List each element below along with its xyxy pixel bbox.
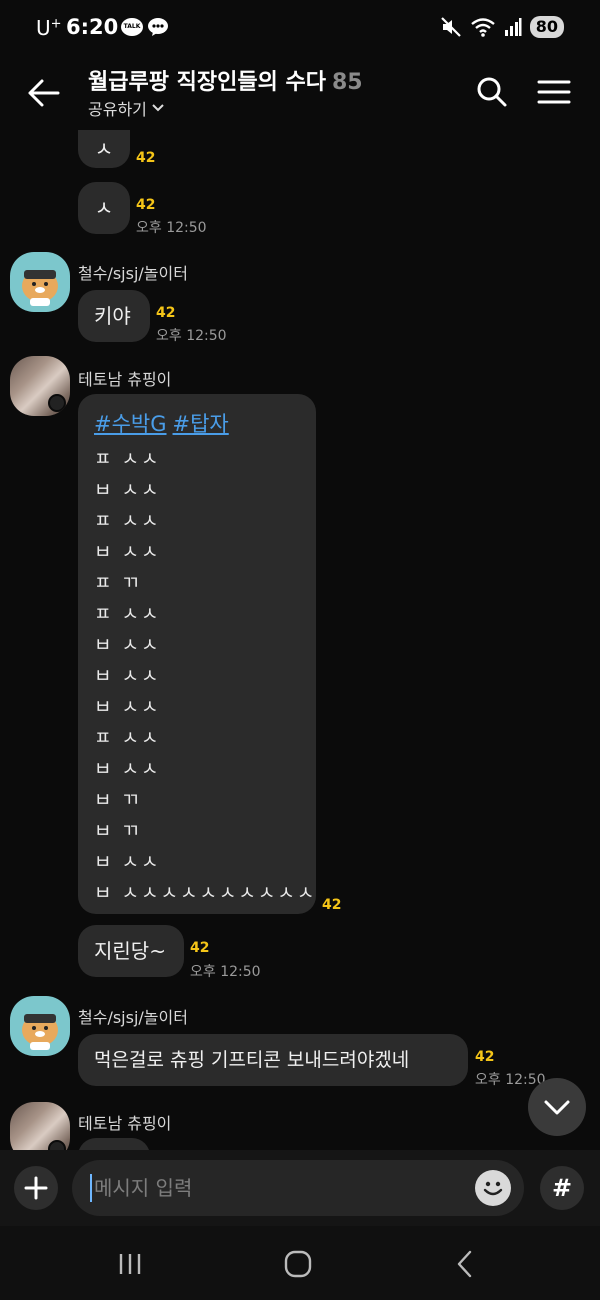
- message-bubble[interactable]: [78, 1138, 150, 1150]
- message-bubble[interactable]: ㅅ: [78, 182, 130, 234]
- unread-count: 42: [156, 305, 176, 321]
- nav-back-icon[interactable]: [446, 1244, 486, 1284]
- message-line: ㅂ ㅅㅅ: [94, 665, 161, 687]
- message-bubble[interactable]: 먹은걸로 츄핑 기프티콘 보내드려야겠네: [78, 1034, 468, 1086]
- message-time: 오후 12:50: [136, 220, 207, 236]
- wifi-icon: [470, 18, 495, 37]
- sender-name: 테토남 츄핑이: [78, 1114, 172, 1133]
- hashtag-search-button[interactable]: #: [540, 1166, 584, 1210]
- ryan-character-icon: [22, 270, 58, 306]
- status-icons: 80: [440, 16, 564, 38]
- profile-badge-icon: [48, 394, 66, 412]
- unread-count: 42: [136, 150, 156, 166]
- sender-name: 철수/sjsj/놀이터: [78, 264, 188, 283]
- message-time: 오후 12:50: [156, 328, 227, 344]
- message-line: ㅍ ㄲ: [94, 572, 141, 594]
- avatar[interactable]: [10, 1102, 70, 1150]
- carrier-label: U+: [36, 16, 62, 40]
- chat-title[interactable]: 월급루팡 직장인들의 수다 85: [88, 64, 363, 96]
- recent-apps-icon[interactable]: [110, 1244, 150, 1284]
- message-line: ㅂ ㄲ: [94, 789, 141, 811]
- sender-name: 테토남 츄핑이: [78, 370, 172, 389]
- attach-button[interactable]: [14, 1166, 58, 1210]
- message-line: ㅍ ㅅㅅ: [94, 603, 161, 625]
- chevron-down-icon: [544, 1100, 570, 1115]
- signal-icon: [504, 18, 522, 36]
- system-nav-bar: [0, 1226, 600, 1300]
- chat-notification-icon: [148, 18, 168, 36]
- chat-room-name: 월급루팡 직장인들의 수다: [88, 70, 326, 95]
- unread-count: 42: [136, 197, 156, 213]
- avatar[interactable]: [10, 252, 70, 312]
- message-field[interactable]: [72, 1160, 524, 1216]
- message-time: 오후 12:50: [190, 964, 261, 980]
- message-bubble[interactable]: #수박G #탑자 ㅍ ㅅㅅ ㅂ ㅅㅅ ㅍ ㅅㅅ ㅂ ㅅㅅ ㅍ ㄲ ㅍ ㅅㅅ ㅂ ㅅ…: [78, 394, 316, 914]
- talk-notification-icon: TALK: [121, 18, 143, 36]
- unread-count: 42: [475, 1049, 495, 1065]
- message-input-bar: #: [0, 1150, 600, 1226]
- emoji-button[interactable]: [475, 1170, 511, 1206]
- ryan-character-icon: [22, 1014, 58, 1050]
- message-line: ㅂ ㅅㅅ: [94, 851, 161, 873]
- status-time: 6:20: [66, 15, 119, 39]
- hashtag-row: #수박G #탑자: [94, 408, 300, 438]
- message-line: ㅂ ㅅㅅㅅㅅㅅㅅㅅㅅㅅㅅ: [94, 882, 317, 904]
- message-bubble[interactable]: 지린당~: [78, 925, 184, 977]
- message-line: ㅂ ㅅㅅ: [94, 479, 161, 501]
- mute-icon: [440, 17, 461, 37]
- message-line: ㅂ ㅅㅅ: [94, 541, 161, 563]
- message-line: ㅍ ㅅㅅ: [94, 510, 161, 532]
- sender-name: 철수/sjsj/놀이터: [78, 1008, 188, 1027]
- avatar[interactable]: [10, 356, 70, 416]
- avatar[interactable]: [10, 996, 70, 1056]
- message-line: ㅂ ㅅㅅ: [94, 696, 161, 718]
- hamburger-icon[interactable]: [536, 74, 572, 110]
- message-bubble[interactable]: 키야: [78, 290, 150, 342]
- message-line: ㅍ ㅅㅅ: [94, 448, 161, 470]
- unread-count: 42: [190, 940, 210, 956]
- hashtag-link[interactable]: #탑자: [173, 412, 229, 436]
- chevron-down-icon: [152, 104, 164, 112]
- message-lines: ㅍ ㅅㅅ ㅂ ㅅㅅ ㅍ ㅅㅅ ㅂ ㅅㅅ ㅍ ㄲ ㅍ ㅅㅅ ㅂ ㅅㅅ ㅂ ㅅㅅ ㅂ…: [94, 444, 317, 909]
- chat-header: 월급루팡 직장인들의 수다 85 공유하기: [0, 56, 600, 130]
- share-dropdown[interactable]: 공유하기: [88, 96, 165, 120]
- member-count: 85: [331, 70, 363, 95]
- battery-indicator: 80: [529, 16, 564, 38]
- message-line: ㅂ ㅅㅅ: [94, 634, 161, 656]
- hashtag-link[interactable]: #수박G: [94, 412, 167, 436]
- unread-count: 42: [322, 897, 342, 913]
- arrow-left-icon[interactable]: [24, 73, 64, 113]
- status-bar: U+ 6:20 TALK 80: [0, 0, 600, 56]
- message-line: ㅂ ㅅㅅ: [94, 758, 161, 780]
- message-line: ㅂ ㄲ: [94, 820, 141, 842]
- emoji-icon: [483, 1181, 503, 1196]
- message-bubble[interactable]: ㅅ: [78, 130, 130, 168]
- message-input[interactable]: [90, 1174, 470, 1202]
- share-label: 공유하기: [88, 100, 147, 119]
- plus-icon: [24, 1176, 48, 1200]
- profile-badge-icon: [48, 1140, 66, 1150]
- home-icon[interactable]: [278, 1244, 318, 1284]
- chat-messages[interactable]: ㅅ 42 ㅅ 42 오후 12:50 철수/sjsj/놀이터 키야 42 오후 …: [0, 130, 600, 1150]
- scroll-to-bottom-button[interactable]: [528, 1078, 586, 1136]
- search-icon[interactable]: [474, 74, 510, 110]
- message-line: ㅍ ㅅㅅ: [94, 727, 161, 749]
